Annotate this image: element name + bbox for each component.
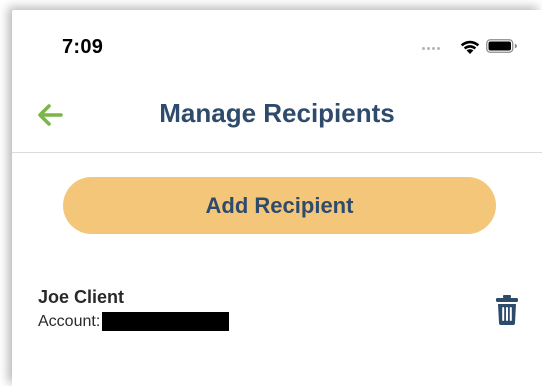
account-redacted-value: [102, 312, 230, 331]
wifi-icon: [460, 40, 480, 54]
status-bar: 7:09: [12, 10, 542, 82]
add-recipient-button[interactable]: Add Recipient: [63, 177, 496, 234]
status-time: 7:09: [62, 36, 104, 58]
list-item[interactable]: Joe Client Account:: [38, 287, 528, 347]
app-screen: 7:09 Manage Recipients Add Recipient Joe…: [12, 10, 542, 386]
recipient-name: Joe Client: [38, 287, 125, 307]
trash-icon[interactable]: [496, 295, 518, 325]
account-row: Account:: [38, 312, 230, 331]
signal-icon: [422, 47, 440, 50]
page-title: Manage Recipients: [159, 98, 395, 128]
nav-header: Manage Recipients: [12, 82, 542, 153]
battery-icon: [486, 39, 517, 53]
account-label: Account:: [38, 312, 101, 330]
